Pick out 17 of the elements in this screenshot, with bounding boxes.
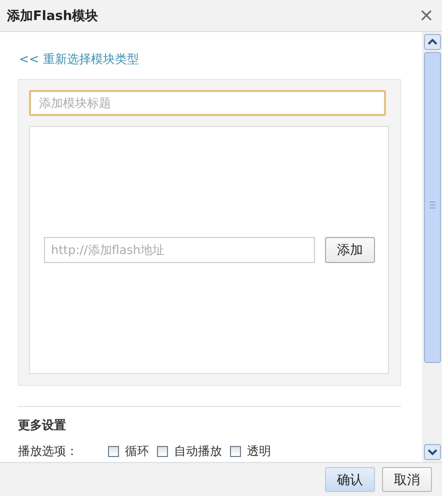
section-heading: 更多设置	[18, 417, 67, 434]
checkbox-label: 自动播放	[174, 443, 222, 460]
confirm-button[interactable]: 确认	[325, 467, 375, 492]
cancel-button[interactable]: 取消	[382, 467, 432, 492]
title-field[interactable]: 添加模块标题	[29, 90, 386, 116]
dialog-title: 添加Flash模块	[7, 8, 98, 24]
checkbox-label: 循环	[125, 443, 149, 460]
add-button[interactable]: 添加	[325, 237, 375, 263]
close-button[interactable]: ×	[418, 6, 434, 24]
checkbox[interactable]	[108, 446, 119, 457]
checkbox-label: 透明	[247, 443, 271, 460]
url-field[interactable]: http://添加flash地址	[44, 237, 315, 263]
option-label: 播放选项：	[18, 443, 79, 460]
scrollbar[interactable]	[424, 34, 440, 460]
checkbox[interactable]	[230, 446, 241, 457]
checkbox[interactable]	[157, 446, 168, 457]
back-link[interactable]: << 重新选择模块类型	[19, 51, 139, 68]
